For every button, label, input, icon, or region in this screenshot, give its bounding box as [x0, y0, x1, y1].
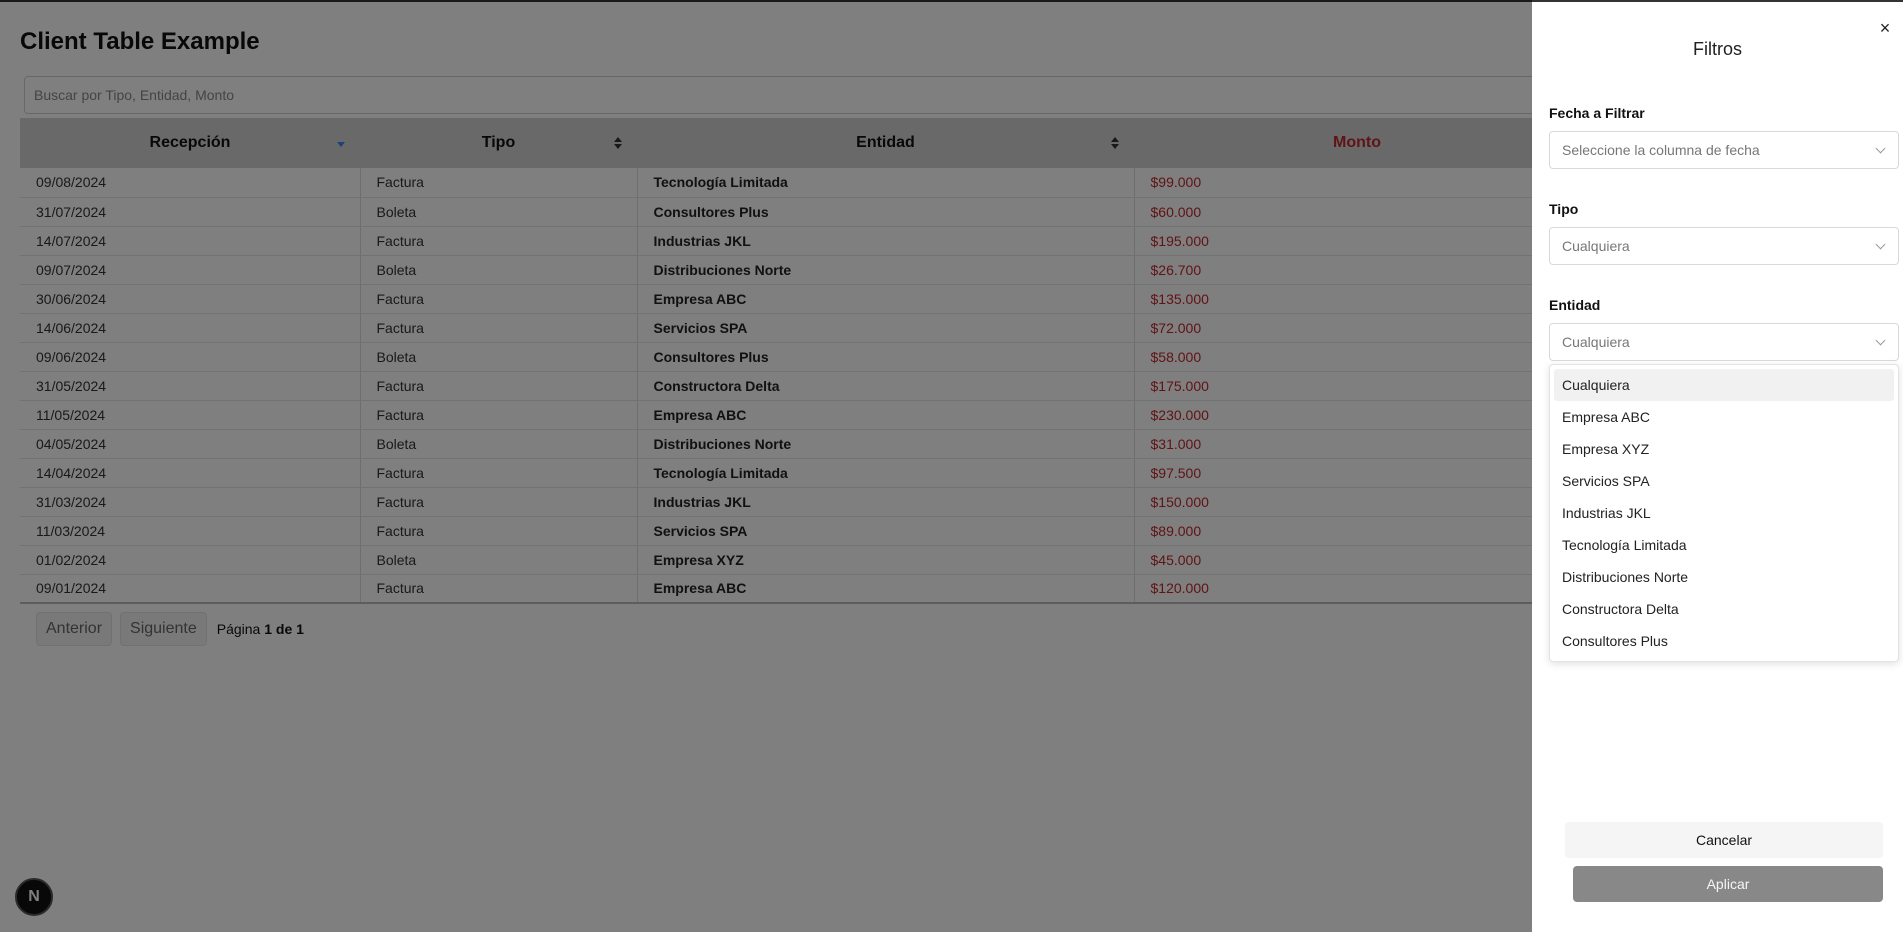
tipo-filter-label: Tipo [1549, 201, 1579, 217]
dropdown-option[interactable]: Distribuciones Norte [1554, 561, 1894, 593]
chevron-down-icon [1875, 143, 1886, 154]
dropdown-option[interactable]: Empresa XYZ [1554, 433, 1894, 465]
dropdown-option[interactable]: Consultores Plus [1554, 625, 1894, 657]
fecha-select-placeholder: Seleccione la columna de fecha [1562, 142, 1760, 158]
close-icon[interactable]: × [1875, 18, 1895, 38]
dropdown-option[interactable]: Tecnología Limitada [1554, 529, 1894, 561]
dropdown-option[interactable]: Empresa ABC [1554, 401, 1894, 433]
filters-drawer: × Filtros Fecha a Filtrar Seleccione la … [1532, 0, 1903, 932]
entidad-select-value: Cualquiera [1562, 334, 1630, 350]
apply-button[interactable]: Aplicar [1573, 866, 1883, 902]
tipo-select-value: Cualquiera [1562, 238, 1630, 254]
dropdown-option[interactable]: Constructora Delta [1554, 593, 1894, 625]
entidad-dropdown-menu: Cualquiera Empresa ABC Empresa XYZ Servicio… [1549, 364, 1899, 662]
dropdown-option[interactable]: Cualquiera [1554, 369, 1894, 401]
entidad-select[interactable]: Cualquiera [1549, 323, 1899, 361]
chevron-down-icon [1875, 239, 1886, 250]
drawer-title: Filtros [1693, 39, 1742, 59]
dropdown-option[interactable]: Industrias JKL [1554, 497, 1894, 529]
chevron-down-icon [1875, 335, 1886, 346]
modal-overlay[interactable] [0, 0, 1532, 932]
fecha-select[interactable]: Seleccione la columna de fecha [1549, 131, 1899, 169]
dropdown-option[interactable]: Servicios SPA [1554, 465, 1894, 497]
entidad-filter-label: Entidad [1549, 297, 1601, 313]
tipo-select[interactable]: Cualquiera [1549, 227, 1899, 265]
cancel-button[interactable]: Cancelar [1565, 822, 1883, 858]
fecha-filter-label: Fecha a Filtrar [1549, 105, 1645, 121]
